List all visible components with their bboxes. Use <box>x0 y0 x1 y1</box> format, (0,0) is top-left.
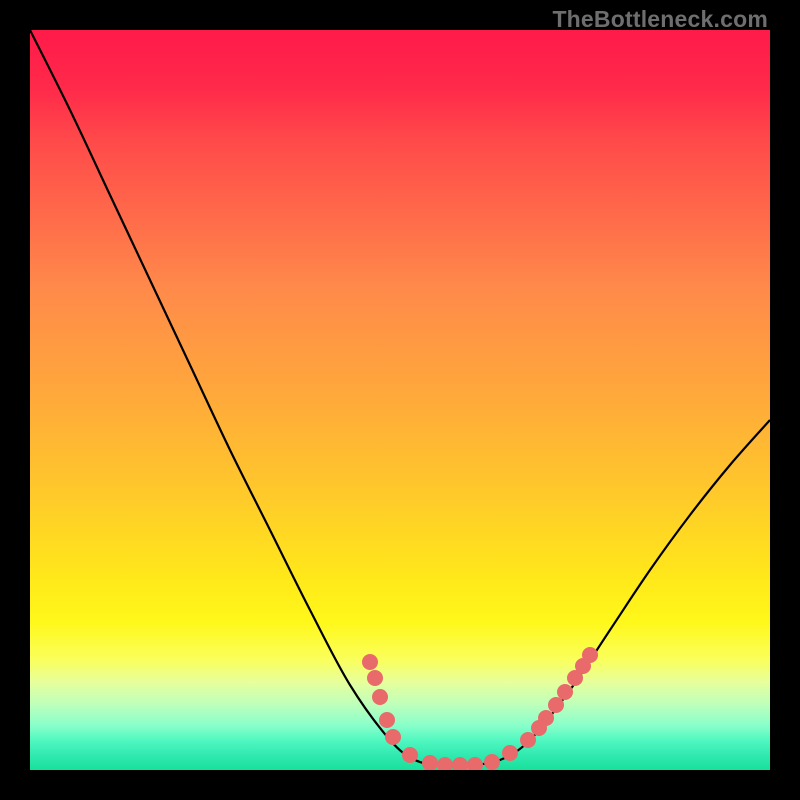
watermark-text: TheBottleneck.com <box>552 6 768 33</box>
chart-plot-area <box>30 30 770 770</box>
